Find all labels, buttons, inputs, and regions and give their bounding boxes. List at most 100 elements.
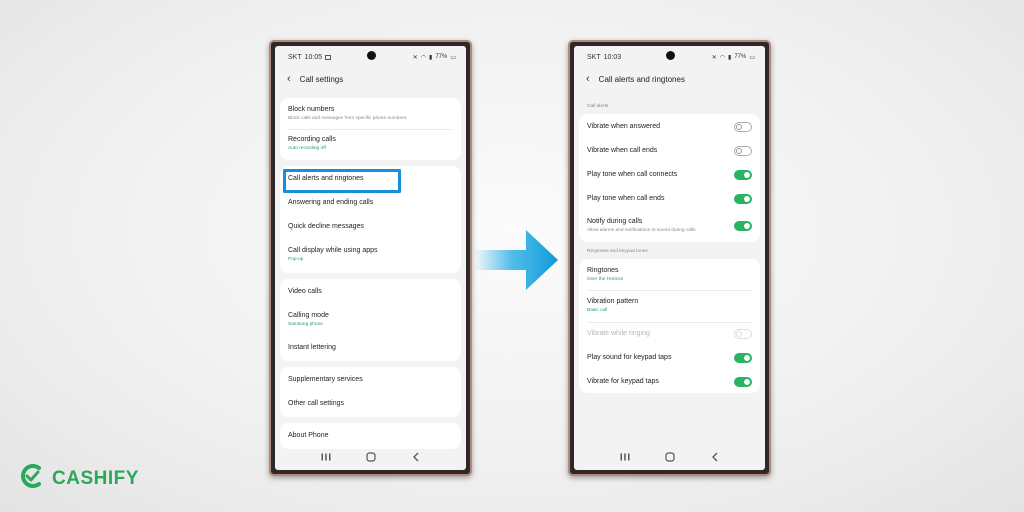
list-item-vibrate-while-ringing: Vibrate while ringing xyxy=(579,323,760,345)
row-subtitle: Pop-up xyxy=(288,257,304,263)
row-title: Play sound for keypad taps xyxy=(587,353,672,361)
row-title: Vibration pattern xyxy=(587,298,639,306)
row-title: Block numbers xyxy=(288,106,335,114)
list-item-vibrate-for-keypad-taps[interactable]: Vibrate for keypad taps xyxy=(579,371,760,393)
back-icon[interactable] xyxy=(708,452,722,462)
highlight-box xyxy=(283,169,401,193)
row-title: Play tone when call ends xyxy=(587,194,665,202)
home-icon[interactable] xyxy=(663,452,677,462)
settings-card-4: Supplementary services Other call settin… xyxy=(280,367,461,417)
status-bar: SKT 10:03 ✕ ◠ ▮ 77% ▭ xyxy=(574,46,765,68)
row-subtitle: Basic call xyxy=(587,308,608,314)
home-icon[interactable] xyxy=(364,452,378,462)
battery-icon: ▭ xyxy=(450,54,456,61)
clock-label: 10:03 xyxy=(603,53,622,61)
row-title: Instant lettering xyxy=(288,343,336,351)
wifi-icon: ◠ xyxy=(420,54,426,61)
row-title: Call display while using apps xyxy=(288,247,378,255)
list-item-calling-mode[interactable]: Calling mode Samsung phone xyxy=(280,305,461,335)
navigation-bar xyxy=(574,444,765,470)
row-subtitle: Allow alarms and notifications to sound … xyxy=(587,228,697,234)
list-item-recording-calls[interactable]: Recording calls Auto recording off xyxy=(280,130,461,158)
back-icon[interactable] xyxy=(409,452,423,462)
row-title: Play tone when call connects xyxy=(587,170,678,178)
row-subtitle: Auto recording off xyxy=(288,146,326,152)
list-item-notify-during-calls[interactable]: Notify during calls Allow alarms and not… xyxy=(579,212,760,240)
list-item-play-tone-when-call-connects[interactable]: Play tone when call connects xyxy=(579,164,760,186)
section-label-ringtones-and-keypad-tones: Ringtones and keypad tones xyxy=(587,249,648,254)
status-bar: SKT 10:05 ✕ ◠ ▮ 77% ▭ xyxy=(275,46,466,68)
clock-label: 10:05 xyxy=(304,53,323,61)
signal-icon: ▮ xyxy=(728,54,732,61)
mute-icon: ✕ xyxy=(412,54,418,61)
carrier-label: SKT xyxy=(288,53,302,61)
row-subtitle: Over the Horizon xyxy=(587,277,624,283)
list-item-play-sound-for-keypad-taps[interactable]: Play sound for keypad taps xyxy=(579,347,760,369)
row-title: Recording calls xyxy=(288,136,336,144)
cashify-logo-icon xyxy=(18,462,46,495)
battery-label: 77% xyxy=(435,54,448,60)
settings-card-call-alerts: Vibrate when answered Vibrate when call … xyxy=(579,114,760,242)
row-title: Vibrate for keypad taps xyxy=(587,377,659,385)
app-header: ‹ Call settings xyxy=(287,72,458,86)
navigation-bar xyxy=(275,444,466,470)
toggle-play-sound-for-keypad-taps[interactable] xyxy=(734,353,752,363)
row-title: Calling mode xyxy=(288,312,329,320)
row-title: Vibrate when answered xyxy=(587,122,661,130)
toggle-notify-during-calls[interactable] xyxy=(734,221,752,231)
phone-left-screen: SKT 10:05 ✕ ◠ ▮ 77% ▭ ‹ Call settings Bl… xyxy=(275,46,466,470)
section-label-call-alerts: Call alerts xyxy=(587,104,609,109)
list-item-call-display-while-using-apps[interactable]: Call display while using apps Pop-up xyxy=(280,240,461,270)
brand-name: CASHIFY xyxy=(52,467,139,489)
row-title: Vibrate when call ends xyxy=(587,146,658,154)
list-item-supplementary-services[interactable]: Supplementary services xyxy=(280,369,461,391)
settings-card-1: Block numbers Block calls and messages f… xyxy=(280,98,461,160)
list-item-video-calls[interactable]: Video calls xyxy=(280,281,461,303)
list-item-block-numbers[interactable]: Block numbers Block calls and messages f… xyxy=(280,100,461,128)
row-title: Other call settings xyxy=(288,399,345,407)
list-item-vibration-pattern[interactable]: Vibration pattern Basic call xyxy=(579,291,760,321)
recent-apps-icon[interactable] xyxy=(618,452,632,462)
row-title: Notify during calls xyxy=(587,218,643,226)
image-notification-icon xyxy=(325,54,332,60)
carrier-label: SKT xyxy=(587,53,601,61)
list-item-ringtones[interactable]: Ringtones Over the Horizon xyxy=(579,261,760,289)
list-item-quick-decline-messages[interactable]: Quick decline messages xyxy=(280,216,461,238)
list-item-play-tone-when-call-ends[interactable]: Play tone when call ends xyxy=(579,188,760,210)
signal-icon: ▮ xyxy=(429,54,433,61)
list-item-other-call-settings[interactable]: Other call settings xyxy=(280,393,461,415)
battery-label: 77% xyxy=(734,54,747,60)
phone-right: SKT 10:03 ✕ ◠ ▮ 77% ▭ ‹ Call alerts and … xyxy=(568,40,771,476)
row-subtitle: Block calls and messages from specific p… xyxy=(288,116,408,122)
mute-icon: ✕ xyxy=(711,54,717,61)
row-title: Vibrate while ringing xyxy=(587,329,650,337)
recent-apps-icon[interactable] xyxy=(319,452,333,462)
cashify-logo: CASHIFY xyxy=(18,462,139,495)
toggle-play-tone-when-call-connects[interactable] xyxy=(734,170,752,180)
toggle-play-tone-when-call-ends[interactable] xyxy=(734,194,752,204)
row-subtitle: Samsung phone xyxy=(288,322,323,328)
back-arrow-icon[interactable]: ‹ xyxy=(586,73,590,85)
row-title: Video calls xyxy=(288,287,322,295)
list-item-instant-lettering[interactable]: Instant lettering xyxy=(280,337,461,359)
wifi-icon: ◠ xyxy=(719,54,725,61)
list-item-vibrate-when-call-ends[interactable]: Vibrate when call ends xyxy=(579,140,760,162)
toggle-vibrate-when-call-ends[interactable] xyxy=(734,146,752,156)
arrow-right-icon xyxy=(474,228,560,292)
toggle-vibrate-while-ringing xyxy=(734,329,752,339)
toggle-vibrate-for-keypad-taps[interactable] xyxy=(734,377,752,387)
page-title: Call settings xyxy=(299,74,344,84)
toggle-vibrate-when-answered[interactable] xyxy=(734,122,752,132)
back-arrow-icon[interactable]: ‹ xyxy=(287,73,291,85)
list-item-answering-and-ending-calls[interactable]: Answering and ending calls xyxy=(280,192,461,214)
page-title: Call alerts and ringtones xyxy=(598,74,685,84)
row-title: Answering and ending calls xyxy=(288,198,374,206)
battery-icon: ▭ xyxy=(749,54,755,61)
settings-card-ringtones: Ringtones Over the Horizon Vibration pat… xyxy=(579,259,760,393)
phone-left: SKT 10:05 ✕ ◠ ▮ 77% ▭ ‹ Call settings Bl… xyxy=(269,40,472,476)
row-title: About Phone xyxy=(288,431,329,439)
app-header: ‹ Call alerts and ringtones xyxy=(586,72,757,86)
list-item-vibrate-when-answered[interactable]: Vibrate when answered xyxy=(579,116,760,138)
row-title: Quick decline messages xyxy=(288,222,364,230)
row-title: Supplementary services xyxy=(288,375,363,383)
